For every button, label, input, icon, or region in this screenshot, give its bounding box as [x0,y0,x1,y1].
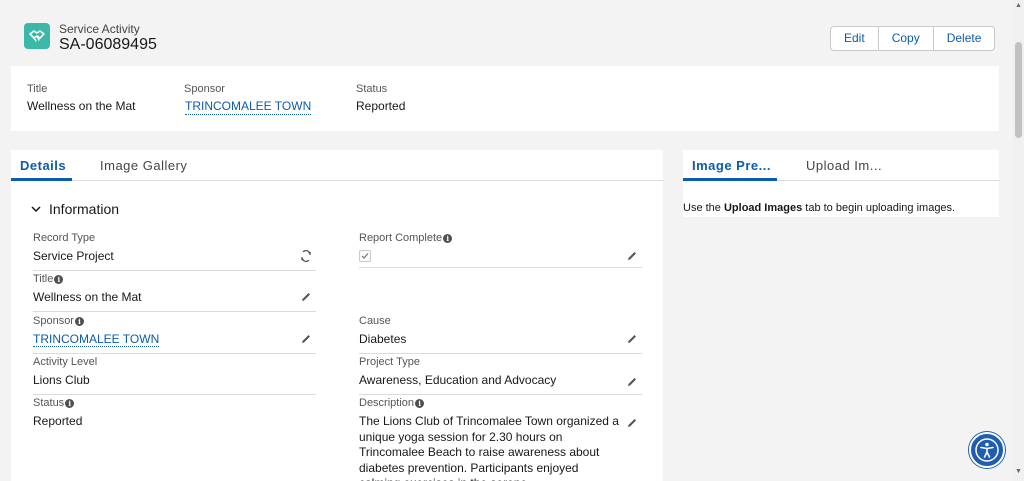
field-label: Description i [359,397,642,409]
scroll-down-arrow-icon[interactable]: ▼ [1015,468,1022,475]
info-icon[interactable]: i [54,274,64,284]
field-value: Awareness, Education and Advocacy [359,373,557,387]
highlight-title: Title Wellness on the Mat [27,83,136,113]
field-label: Title i [33,273,316,285]
highlight-sponsor: Sponsor TRINCOMALEE TOWN [184,83,312,115]
field-value: Service Project [33,249,114,263]
edit-button[interactable]: Edit [831,27,879,50]
object-type-label: Service Activity [59,22,140,36]
pencil-icon[interactable] [626,417,638,429]
pencil-icon[interactable] [626,333,638,345]
details-card: Details Image Gallery Information Record… [11,150,663,481]
field-value: Lions Club [33,373,90,387]
pencil-icon[interactable] [300,333,312,345]
info-icon[interactable]: i [65,398,75,408]
checkmark-icon [361,253,369,259]
tab-details[interactable]: Details [20,158,66,173]
field-report-complete: Report Complete i [359,232,642,268]
field-value: Reported [33,414,83,428]
change-record-type-icon[interactable] [300,250,312,262]
field-label: Status i [33,397,316,409]
field-record-type: Record Type Service Project [33,232,316,271]
action-button-group: Edit Copy Delete [830,26,996,51]
active-tab-indicator [683,178,777,181]
highlight-sponsor-link[interactable]: TRINCOMALEE TOWN [185,99,312,115]
field-value: Diabetes [359,332,407,346]
field-value: Wellness on the Mat [33,290,142,304]
pencil-icon[interactable] [626,376,638,388]
field-description: Description i The Lions Club of Trincomal… [359,397,642,481]
info-icon[interactable]: i [415,398,425,408]
field-label: Record Type [33,232,96,244]
details-tabset: Details Image Gallery [11,150,663,181]
image-panel-card: Image Pre... Upload Im... Use the Upload… [683,150,999,217]
sponsor-link[interactable]: TRINCOMALEE TOWN [33,332,160,347]
scroll-thumb[interactable] [1015,42,1022,138]
highlight-status: Status Reported [356,83,405,113]
pencil-icon[interactable] [300,291,312,303]
highlight-sponsor-label: Sponsor [184,83,225,95]
field-sponsor: Sponsor i TRINCOMALEE TOWN [33,315,316,354]
field-title: Title i Wellness on the Mat [33,273,316,312]
field-project-type: Project Type Awareness, Education and Ad… [359,356,642,395]
tab-upload-images[interactable]: Upload Im... [806,158,882,173]
field-value: The Lions Club of Trincomalee Town organ… [359,414,619,481]
info-icon[interactable]: i [443,233,453,243]
field-label: Report Complete i [359,232,642,244]
upload-instructions: Use the Upload Images tab to begin uploa… [683,202,956,214]
scroll-up-arrow-icon[interactable]: ▲ [1015,2,1022,9]
report-complete-checkbox [359,250,371,262]
highlight-title-value: Wellness on the Mat [27,99,136,113]
field-activity-level: Activity Level Lions Club [33,356,316,395]
field-label: Project Type [359,356,420,368]
highlights-panel: Title Wellness on the Mat Sponsor TRINCO… [11,66,999,131]
record-name: SA-06089495 [59,36,157,53]
field-status: Status i Reported [33,397,316,435]
image-tabset: Image Pre... Upload Im... [683,150,999,181]
info-icon[interactable]: i [74,316,84,326]
accessibility-icon [975,438,999,462]
copy-button[interactable]: Copy [879,27,934,50]
section-title: Information [49,201,120,217]
field-cause: Cause Diabetes [359,315,642,354]
chevron-down-icon [31,206,41,213]
delete-button[interactable]: Delete [934,27,995,50]
handshake-icon [24,23,50,49]
tab-image-preview[interactable]: Image Pre... [692,158,771,173]
field-label: Activity Level [33,356,98,368]
highlight-title-label: Title [27,83,48,95]
information-section-toggle[interactable]: Information [31,201,119,217]
highlight-status-label: Status [356,83,388,95]
page-scrollbar[interactable]: ▲ ▼ [1013,0,1024,481]
field-label: Cause [359,315,391,327]
active-tab-indicator [11,178,72,181]
record-header: Service Activity SA-06089495 Edit Copy D… [11,11,999,66]
pencil-icon[interactable] [626,250,638,262]
highlight-status-value: Reported [356,99,406,113]
field-label: Sponsor i [33,315,316,327]
tab-image-gallery[interactable]: Image Gallery [100,158,187,173]
accessibility-button[interactable] [969,432,1005,468]
